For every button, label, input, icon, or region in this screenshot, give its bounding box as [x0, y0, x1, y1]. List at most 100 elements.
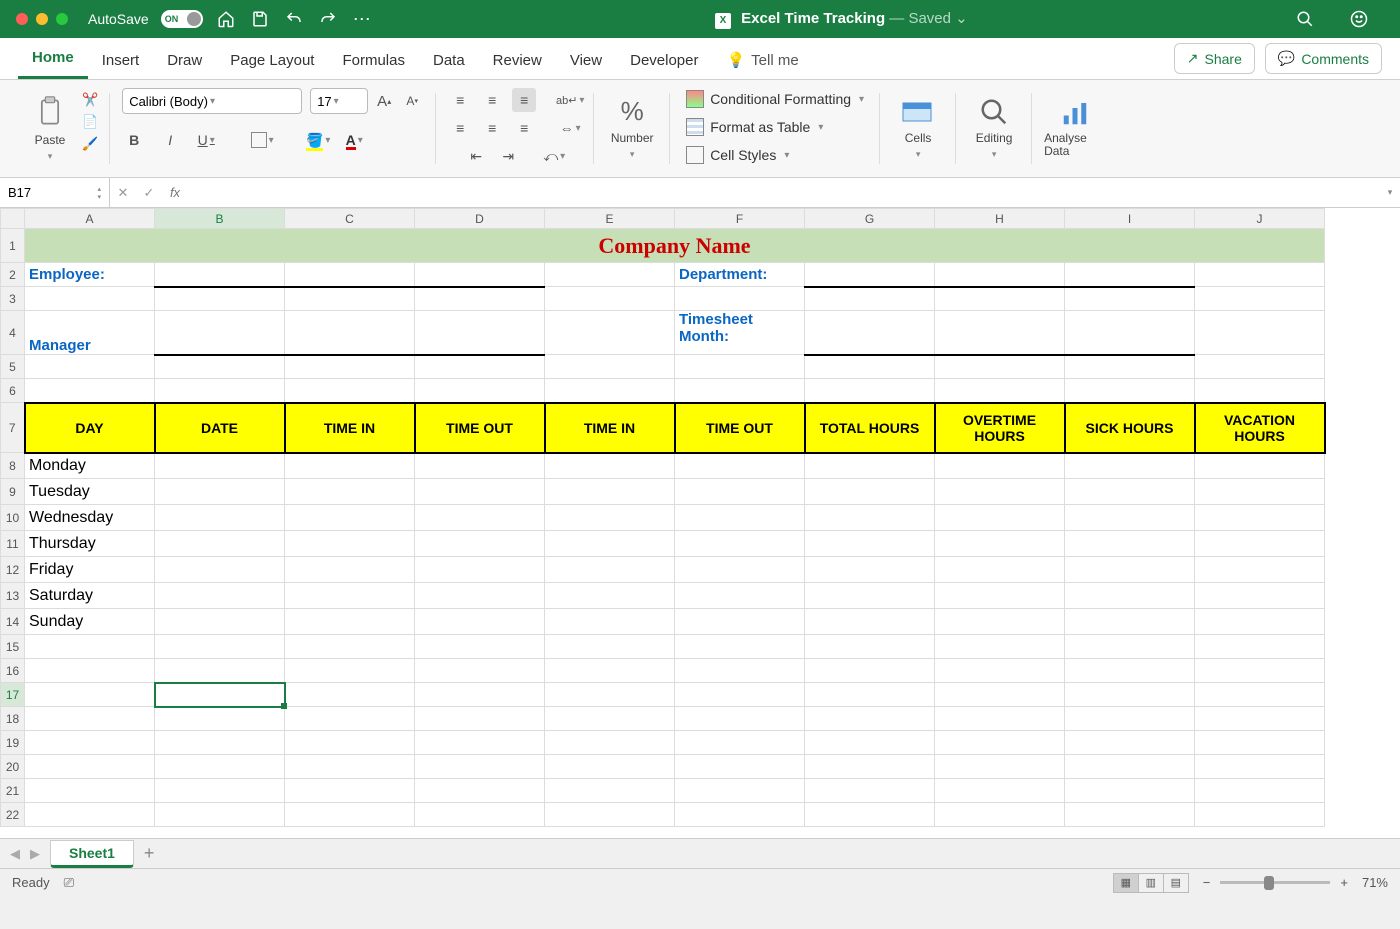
minimize-window[interactable]	[36, 13, 48, 25]
cell[interactable]	[545, 755, 675, 779]
cell[interactable]	[545, 635, 675, 659]
table-header[interactable]: TIME IN	[545, 403, 675, 453]
cell[interactable]	[545, 311, 675, 355]
cell[interactable]	[155, 609, 285, 635]
align-center-icon[interactable]: ≡	[480, 116, 504, 140]
cell[interactable]	[285, 609, 415, 635]
cell[interactable]	[675, 583, 805, 609]
manager-label[interactable]: Manager	[25, 311, 155, 355]
cell[interactable]	[935, 479, 1065, 505]
cell[interactable]	[545, 707, 675, 731]
cell[interactable]	[285, 479, 415, 505]
table-header[interactable]: VACATION HOURS	[1195, 403, 1325, 453]
col-header-C[interactable]: C	[285, 209, 415, 229]
cell[interactable]	[285, 311, 415, 355]
cell[interactable]	[1065, 659, 1195, 683]
cell[interactable]	[935, 453, 1065, 479]
cell[interactable]	[285, 683, 415, 707]
font-color-button[interactable]: A	[342, 128, 366, 152]
table-header[interactable]: TIME OUT	[675, 403, 805, 453]
cell[interactable]	[1195, 635, 1325, 659]
copy-icon[interactable]: 📄	[82, 114, 98, 130]
cell[interactable]	[415, 505, 545, 531]
cell[interactable]	[415, 659, 545, 683]
share-button[interactable]: ↗ Share	[1174, 43, 1255, 74]
row-header-21[interactable]: 21	[1, 779, 25, 803]
cell[interactable]	[545, 731, 675, 755]
cell[interactable]	[415, 355, 545, 379]
cell[interactable]	[285, 263, 415, 287]
cell[interactable]	[545, 355, 675, 379]
cell[interactable]	[155, 379, 285, 403]
align-bottom-icon[interactable]: ≡	[512, 88, 536, 112]
cell[interactable]	[545, 531, 675, 557]
cell[interactable]	[415, 583, 545, 609]
more-icon[interactable]: ⋯	[353, 10, 371, 28]
table-header[interactable]: DAY	[25, 403, 155, 453]
font-size-select[interactable]: 17	[310, 88, 368, 114]
cell[interactable]	[1065, 505, 1195, 531]
increase-indent-icon[interactable]: ⇥	[496, 144, 520, 168]
cell[interactable]	[545, 583, 675, 609]
tab-insert[interactable]: Insert	[88, 42, 154, 79]
enter-formula-icon[interactable]: ✓	[136, 185, 162, 201]
cell[interactable]	[155, 803, 285, 827]
row-header-13[interactable]: 13	[1, 583, 25, 609]
row-header-8[interactable]: 8	[1, 453, 25, 479]
cell[interactable]	[25, 707, 155, 731]
cell[interactable]	[1065, 803, 1195, 827]
cell[interactable]	[805, 379, 935, 403]
cell[interactable]	[805, 531, 935, 557]
close-window[interactable]	[16, 13, 28, 25]
row-header-10[interactable]: 10	[1, 505, 25, 531]
tab-review[interactable]: Review	[479, 42, 556, 79]
tab-page-layout[interactable]: Page Layout	[216, 42, 328, 79]
cell[interactable]	[805, 287, 935, 311]
table-header[interactable]: DATE	[155, 403, 285, 453]
row-header-1[interactable]: 1	[1, 229, 25, 263]
cell[interactable]	[25, 755, 155, 779]
cell[interactable]	[285, 755, 415, 779]
cell[interactable]	[805, 479, 935, 505]
cell[interactable]	[1195, 683, 1325, 707]
orientation-icon[interactable]: ⤺	[542, 144, 566, 168]
redo-icon[interactable]	[319, 10, 337, 28]
align-middle-icon[interactable]: ≡	[480, 88, 504, 112]
table-header[interactable]: OVERTIME HOURS	[935, 403, 1065, 453]
cut-icon[interactable]: ✂️	[82, 92, 98, 108]
cell[interactable]	[415, 453, 545, 479]
row-header-6[interactable]: 6	[1, 379, 25, 403]
cell[interactable]	[415, 755, 545, 779]
tab-formulas[interactable]: Formulas	[328, 42, 419, 79]
cell[interactable]	[25, 659, 155, 683]
row-header-14[interactable]: 14	[1, 609, 25, 635]
cell[interactable]	[935, 755, 1065, 779]
underline-button[interactable]: U	[194, 128, 218, 152]
day-cell[interactable]: Friday	[25, 557, 155, 583]
cell[interactable]	[415, 635, 545, 659]
cell[interactable]	[285, 731, 415, 755]
cell[interactable]	[1195, 379, 1325, 403]
cell[interactable]	[415, 287, 545, 311]
cell[interactable]	[1195, 755, 1325, 779]
cell[interactable]	[675, 609, 805, 635]
merge-icon[interactable]: ⇔	[558, 116, 582, 140]
day-cell[interactable]: Monday	[25, 453, 155, 479]
cell[interactable]	[1195, 583, 1325, 609]
cell[interactable]	[545, 609, 675, 635]
cell[interactable]	[545, 779, 675, 803]
italic-button[interactable]: I	[158, 128, 182, 152]
cell[interactable]	[1065, 609, 1195, 635]
cell[interactable]	[1065, 583, 1195, 609]
cell[interactable]	[935, 379, 1065, 403]
cell[interactable]	[155, 263, 285, 287]
cell[interactable]	[1065, 755, 1195, 779]
department-label[interactable]: Department:	[675, 263, 805, 287]
row-header-22[interactable]: 22	[1, 803, 25, 827]
conditional-formatting-button[interactable]: Conditional Formatting	[682, 88, 868, 110]
tab-home[interactable]: Home	[18, 39, 88, 79]
cell[interactable]	[805, 583, 935, 609]
cell[interactable]	[1195, 263, 1325, 287]
format-painter-icon[interactable]: 🖌️	[82, 136, 98, 152]
cell[interactable]	[415, 683, 545, 707]
